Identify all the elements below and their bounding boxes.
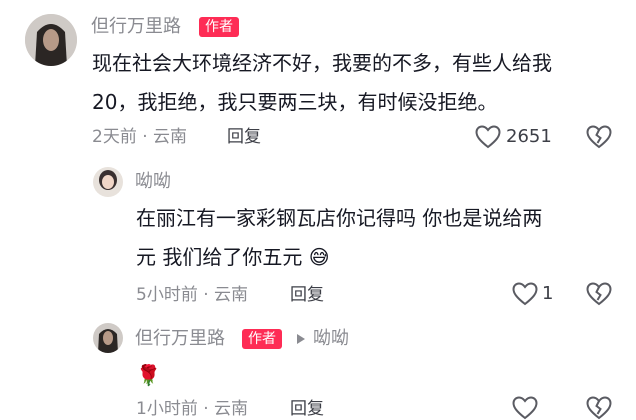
comment-text-line: 元 我们给了你五元 (136, 245, 303, 269)
emoji: 😅 (308, 245, 330, 269)
broken-heart-icon[interactable] (586, 396, 612, 420)
comment-text-line: 现在社会大环境经济不好，我要的不多，有些人给我 (92, 51, 552, 75)
emoji: 🌹 (136, 363, 161, 387)
like-count: 1 (542, 283, 554, 304)
reply-button[interactable]: 回复 (290, 398, 324, 420)
heart-outline-icon[interactable] (475, 125, 501, 149)
comment-time-location: 5小时前 · 云南 (136, 285, 249, 305)
comment-time-location: 2天前 · 云南 (92, 127, 188, 147)
broken-heart-icon[interactable] (586, 282, 612, 306)
reply-button[interactable]: 回复 (227, 126, 261, 148)
comment-text-line: 在丽江有一家彩钢瓦店你记得吗 你也是说给两 (136, 206, 543, 230)
comment-text-line: 20，我拒绝，我只要两三块，有时候没拒绝。 (92, 90, 498, 114)
avatar[interactable] (93, 323, 123, 353)
avatar[interactable] (25, 14, 77, 66)
comment-author-name[interactable]: 但行万里路 (135, 328, 225, 350)
triangle-right-icon (297, 334, 305, 344)
like-count: 2651 (506, 126, 552, 147)
comment-author-name[interactable]: 但行万里路 (91, 16, 181, 38)
heart-outline-icon[interactable] (512, 396, 538, 420)
reply-button[interactable]: 回复 (290, 284, 324, 306)
reply-to-name[interactable]: 呦呦 (313, 328, 349, 350)
broken-heart-icon[interactable] (586, 125, 612, 149)
comment-author-name[interactable]: 呦呦 (135, 171, 171, 193)
author-badge: 作者 (199, 17, 239, 37)
avatar[interactable] (93, 167, 123, 197)
heart-outline-icon[interactable] (512, 282, 538, 306)
author-badge: 作者 (242, 329, 282, 349)
comment-time-location: 1小时前 · 云南 (136, 399, 249, 419)
